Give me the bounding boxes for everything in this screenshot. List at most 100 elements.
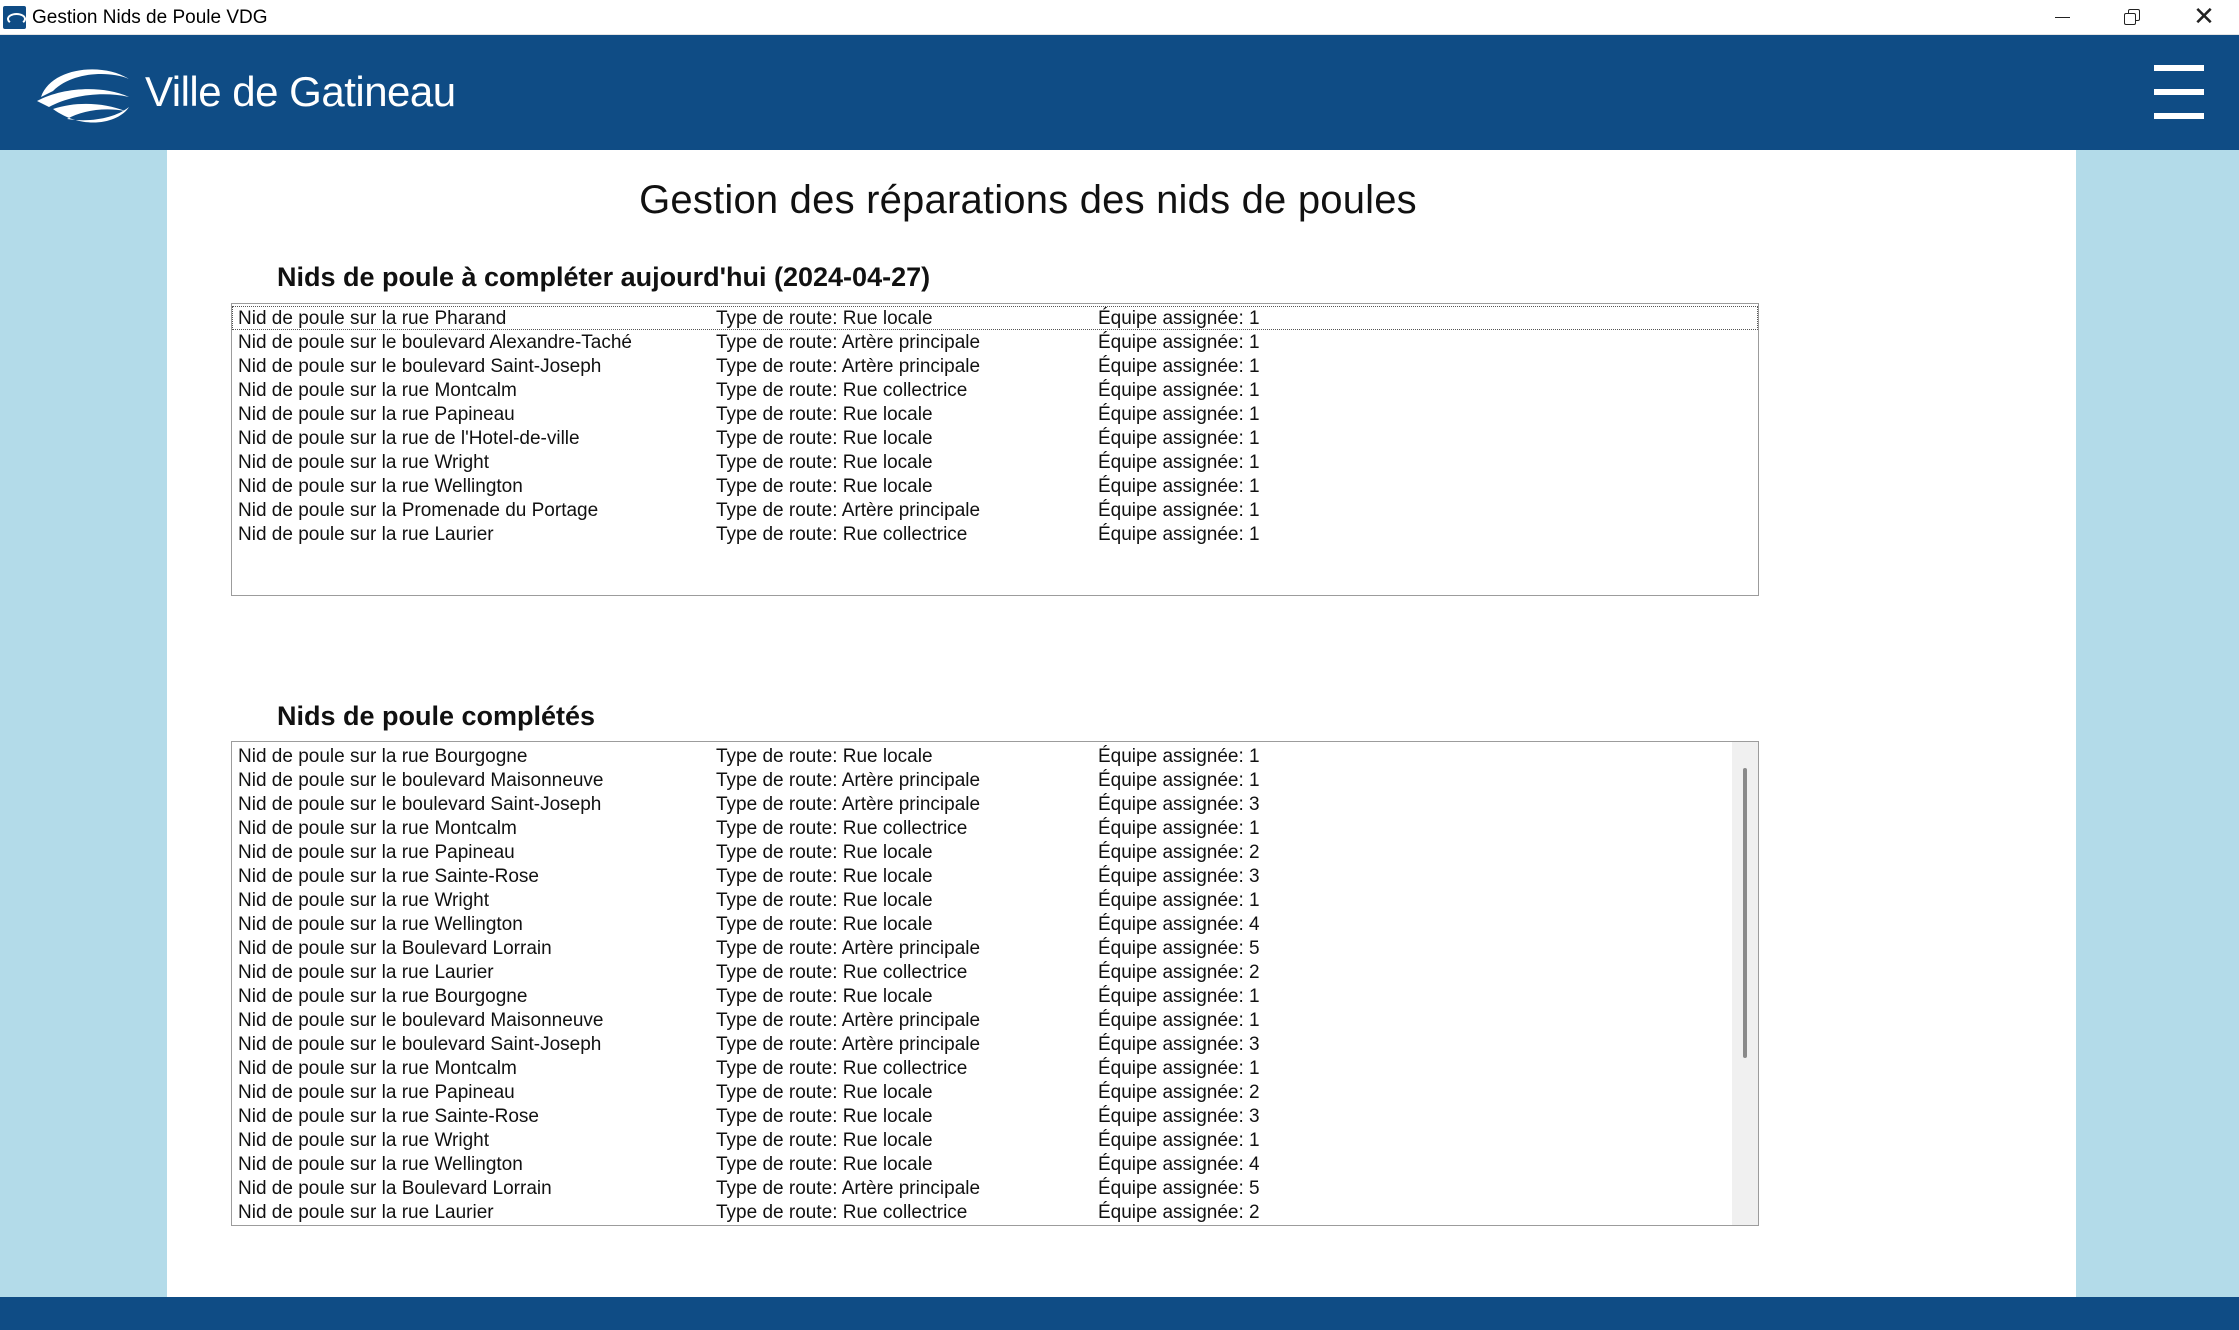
pothole-location: Nid de poule sur la rue Laurier bbox=[238, 1202, 494, 1223]
pothole-location: Nid de poule sur la Boulevard Lorrain bbox=[238, 1178, 552, 1199]
road-type: Type de route: Rue locale bbox=[716, 914, 933, 935]
list-item[interactable]: Nid de poule sur la rue Bourgogne Type de… bbox=[232, 744, 1732, 768]
list-item[interactable]: Nid de poule sur la rue Montcalm Type de … bbox=[232, 378, 1758, 402]
list-item[interactable]: Nid de poule sur la rue Wright Type de ro… bbox=[232, 1128, 1732, 1152]
pothole-location: Nid de poule sur la rue Sainte-Rose bbox=[238, 866, 540, 887]
list-item[interactable]: Nid de poule sur le boulevard Maisonneuv… bbox=[232, 768, 1732, 792]
list-item[interactable]: Nid de poule sur la rue Wellington Type d… bbox=[232, 474, 1758, 498]
pothole-location: Nid de poule sur la rue Wright bbox=[238, 452, 489, 473]
list-item[interactable]: Nid de poule sur le boulevard Saint-Jose… bbox=[232, 1032, 1732, 1056]
pothole-location: Nid de poule sur la rue Wright bbox=[238, 1130, 489, 1151]
assigned-team: Équipe assignée: 1 bbox=[1098, 500, 1260, 521]
road-type: Type de route: Rue locale bbox=[716, 1106, 933, 1127]
assigned-team: Équipe assignée: 1 bbox=[1098, 1130, 1260, 1151]
assigned-team: Équipe assignée: 1 bbox=[1098, 1010, 1260, 1031]
today-potholes-list[interactable]: Nid de poule sur la rue Pharand Type de r… bbox=[231, 303, 1759, 596]
road-type: Type de route: Rue locale bbox=[716, 1082, 933, 1103]
list-item[interactable]: Nid de poule sur la rue Montcalm Type de … bbox=[232, 1056, 1732, 1080]
list-item[interactable]: Nid de poule sur la rue Wright Type de ro… bbox=[232, 450, 1758, 474]
app-header: Ville de Gatineau bbox=[0, 35, 2239, 150]
road-type: Type de route: Rue locale bbox=[716, 476, 933, 497]
road-type: Type de route: Rue collectrice bbox=[716, 524, 968, 545]
assigned-team: Équipe assignée: 4 bbox=[1098, 914, 1260, 935]
hamburger-menu-icon[interactable] bbox=[2154, 65, 2204, 119]
completed-section-title: Nids de poule complétés bbox=[277, 701, 596, 731]
pothole-location: Nid de poule sur la rue Wellington bbox=[238, 476, 523, 497]
list-item[interactable]: Nid de poule sur la rue Laurier Type de r… bbox=[232, 522, 1758, 546]
pothole-location: Nid de poule sur la rue Wellington bbox=[238, 1154, 523, 1175]
list-item[interactable]: Nid de poule sur la rue de l'Hotel-de-vi… bbox=[232, 426, 1758, 450]
road-type: Type de route: Artère principale bbox=[716, 500, 981, 521]
road-type: Type de route: Rue locale bbox=[716, 842, 933, 863]
assigned-team: Équipe assignée: 1 bbox=[1098, 746, 1260, 767]
list-item[interactable]: Nid de poule sur la rue Laurier Type de r… bbox=[232, 960, 1732, 984]
scrollbar-thumb[interactable] bbox=[1743, 768, 1747, 1058]
list-item[interactable]: Nid de poule sur la rue Sainte-Rose Type … bbox=[232, 864, 1732, 888]
road-type: Type de route: Rue locale bbox=[716, 452, 933, 473]
road-type: Type de route: Rue locale bbox=[716, 308, 933, 329]
list-item[interactable]: Nid de poule sur la rue Sainte-Rose Type … bbox=[232, 1104, 1732, 1128]
brand-name: Ville de Gatineau bbox=[145, 68, 456, 115]
window-titlebar: Gestion Nids de Poule VDG ✕ bbox=[0, 0, 2239, 35]
gatineau-logo-icon bbox=[37, 69, 129, 123]
pothole-location: Nid de poule sur la rue Montcalm bbox=[238, 1058, 517, 1079]
assigned-team: Équipe assignée: 1 bbox=[1098, 524, 1260, 545]
road-type: Type de route: Rue locale bbox=[716, 866, 933, 887]
list-item[interactable]: Nid de poule sur la rue Pharand Type de r… bbox=[232, 306, 1758, 330]
assigned-team: Équipe assignée: 3 bbox=[1098, 866, 1260, 887]
road-type: Type de route: Artère principale bbox=[716, 1178, 981, 1199]
assigned-team: Équipe assignée: 2 bbox=[1098, 842, 1260, 863]
list-item[interactable]: Nid de poule sur la rue Wright Type de ro… bbox=[232, 888, 1732, 912]
restore-button[interactable] bbox=[2097, 0, 2167, 34]
list-item[interactable]: Nid de poule sur la rue Laurier Type de r… bbox=[232, 1200, 1732, 1224]
assigned-team: Équipe assignée: 2 bbox=[1098, 962, 1260, 983]
road-type: Type de route: Rue locale bbox=[716, 428, 933, 449]
list-item[interactable]: Nid de poule sur la Boulevard Lorrain Typ… bbox=[232, 1176, 1732, 1200]
assigned-team: Équipe assignée: 4 bbox=[1098, 1154, 1260, 1175]
pothole-location: Nid de poule sur le boulevard Saint-Jose… bbox=[238, 1034, 602, 1055]
list-item[interactable]: Nid de poule sur la rue Wellington Type d… bbox=[232, 1152, 1732, 1176]
list-item[interactable]: Nid de poule sur le boulevard Saint-Jose… bbox=[232, 792, 1732, 816]
list-item[interactable]: Nid de poule sur la rue Papineau Type de … bbox=[232, 402, 1758, 426]
list-item[interactable]: Nid de poule sur la rue Papineau Type de … bbox=[232, 1080, 1732, 1104]
completed-list-scrollbar[interactable] bbox=[1732, 742, 1758, 1225]
today-section-title: Nids de poule à compléter aujourd'hui (2… bbox=[277, 262, 930, 293]
assigned-team: Équipe assignée: 2 bbox=[1098, 1202, 1260, 1223]
list-item[interactable]: Nid de poule sur la rue Papineau Type de … bbox=[232, 840, 1732, 864]
app-icon bbox=[3, 6, 26, 29]
assigned-team: Équipe assignée: 1 bbox=[1098, 428, 1260, 449]
list-item[interactable]: Nid de poule sur la Promenade du Portage… bbox=[232, 498, 1758, 522]
list-item[interactable]: Nid de poule sur le boulevard Maisonneuv… bbox=[232, 1008, 1732, 1032]
list-item[interactable]: Nid de poule sur le boulevard Saint-Jose… bbox=[232, 354, 1758, 378]
road-type: Type de route: Rue locale bbox=[716, 404, 933, 425]
list-item[interactable]: Nid de poule sur la Boulevard Lorrain Typ… bbox=[232, 936, 1732, 960]
list-item[interactable]: Nid de poule sur la rue Bourgogne Type de… bbox=[232, 984, 1732, 1008]
list-item[interactable]: Nid de poule sur la rue Montcalm Type de … bbox=[232, 816, 1732, 840]
close-button[interactable]: ✕ bbox=[2169, 0, 2239, 34]
assigned-team: Équipe assignée: 1 bbox=[1098, 308, 1260, 329]
list-item[interactable]: Nid de poule sur la rue Wellington Type d… bbox=[232, 912, 1732, 936]
page-title: Gestion des réparations des nids de poul… bbox=[639, 178, 1417, 222]
pothole-location: Nid de poule sur la Promenade du Portage bbox=[238, 500, 599, 521]
road-type: Type de route: Artère principale bbox=[716, 1034, 981, 1055]
minimize-icon bbox=[2054, 16, 2070, 18]
minimize-button[interactable] bbox=[2027, 0, 2097, 34]
road-type: Type de route: Artère principale bbox=[716, 356, 981, 377]
road-type: Type de route: Artère principale bbox=[716, 1010, 981, 1031]
assigned-team: Équipe assignée: 1 bbox=[1098, 380, 1260, 401]
assigned-team: Équipe assignée: 1 bbox=[1098, 818, 1260, 839]
assigned-team: Équipe assignée: 1 bbox=[1098, 890, 1260, 911]
completed-potholes-list[interactable]: Nid de poule sur la rue Bourgogne Type de… bbox=[231, 741, 1759, 1226]
pothole-location: Nid de poule sur la rue Bourgogne bbox=[238, 986, 528, 1007]
road-type: Type de route: Artère principale bbox=[716, 770, 981, 791]
assigned-team: Équipe assignée: 2 bbox=[1098, 1082, 1260, 1103]
road-type: Type de route: Rue collectrice bbox=[716, 962, 968, 983]
pothole-location: Nid de poule sur le boulevard Saint-Jose… bbox=[238, 356, 602, 377]
road-type: Type de route: Artère principale bbox=[716, 938, 981, 959]
today-section-date: (2024-04-27) bbox=[774, 262, 931, 292]
road-type: Type de route: Rue locale bbox=[716, 1154, 933, 1175]
pothole-location: Nid de poule sur la rue de l'Hotel-de-vi… bbox=[238, 428, 580, 449]
road-type: Type de route: Rue collectrice bbox=[716, 380, 968, 401]
list-item[interactable]: Nid de poule sur le boulevard Alexandre-… bbox=[232, 330, 1758, 354]
pothole-location: Nid de poule sur la rue Wellington bbox=[238, 914, 523, 935]
